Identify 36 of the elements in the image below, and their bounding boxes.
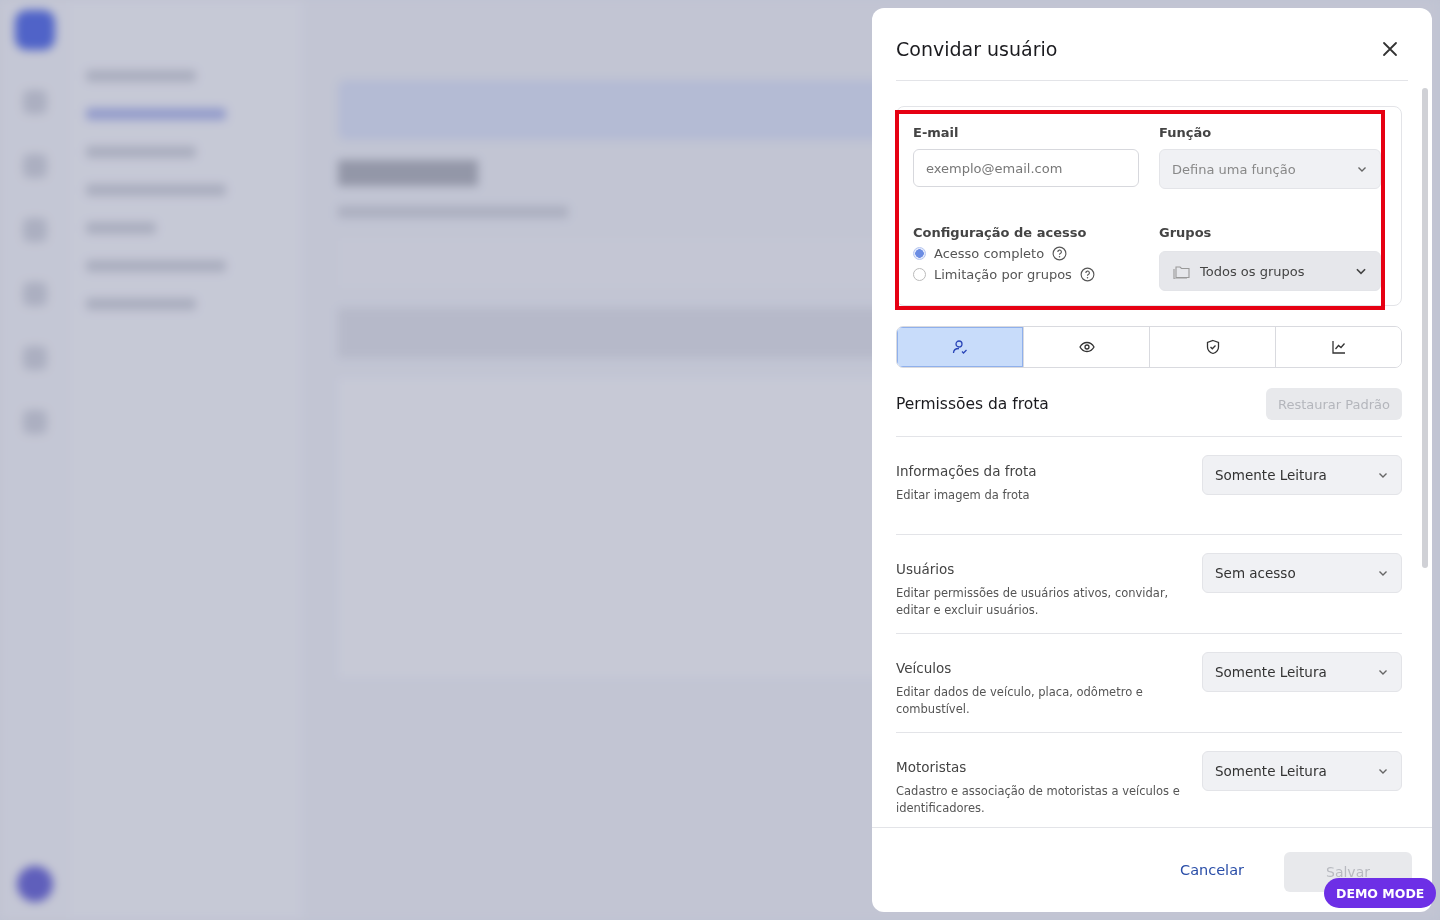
cancel-button[interactable]: Cancelar: [1170, 856, 1254, 884]
field-label: E-mail: [913, 125, 960, 140]
email-field[interactable]: exemplo@email.com: [913, 149, 1139, 187]
scrollbar[interactable]: [1422, 88, 1428, 568]
line-chart-icon: [1330, 339, 1347, 355]
permission-select[interactable]: Somente Leitura: [1202, 455, 1402, 495]
radio-label: Limitação por grupos: [934, 267, 1072, 282]
user-tab[interactable]: [897, 327, 1023, 367]
chart-tab[interactable]: [1275, 327, 1401, 367]
radio-button[interactable]: [913, 247, 926, 260]
radio-label: Acesso completo: [934, 246, 1045, 261]
permission-description: Cadastro e associação de motoristas a veículos e identificadores.: [896, 783, 1181, 817]
section-title: Permissões da frota: [896, 395, 1049, 413]
folders-icon: [1172, 263, 1192, 279]
demo-mode-toast: DEMO MODE: [1324, 878, 1437, 908]
permission-select[interactable]: Somente Leitura: [1202, 652, 1402, 692]
help-icon[interactable]: [1052, 246, 1068, 261]
field-label: Configuração de acesso: [913, 225, 1088, 240]
permission-name: Veículos: [896, 660, 953, 676]
user-check-icon: [952, 339, 968, 355]
dialog-title: Convidar usuário: [896, 38, 1058, 60]
permission-select[interactable]: Sem acesso: [1202, 553, 1402, 593]
permission-description: Editar permissões de usuários ativos, convidar, editar e excluir usuários.: [896, 585, 1170, 619]
shield-check-icon: [1204, 339, 1221, 355]
field-label: Grupos: [1159, 225, 1213, 240]
permission-select[interactable]: Somente Leitura: [1202, 751, 1402, 791]
permission-description: Editar dados de veículo, placa, odômetro e combustível.: [896, 684, 1144, 718]
close-icon[interactable]: [1380, 39, 1400, 59]
permission-description: Editar imagem da frota: [896, 487, 1031, 504]
radio-button[interactable]: [913, 268, 926, 281]
help-icon[interactable]: [1079, 267, 1095, 282]
permission-name: Motoristas: [896, 759, 968, 775]
permission-name: Informações da frota: [896, 463, 1038, 479]
field-label: Função: [1159, 125, 1213, 140]
eye-icon: [1078, 339, 1095, 355]
permission-name: Usuários: [896, 561, 956, 577]
